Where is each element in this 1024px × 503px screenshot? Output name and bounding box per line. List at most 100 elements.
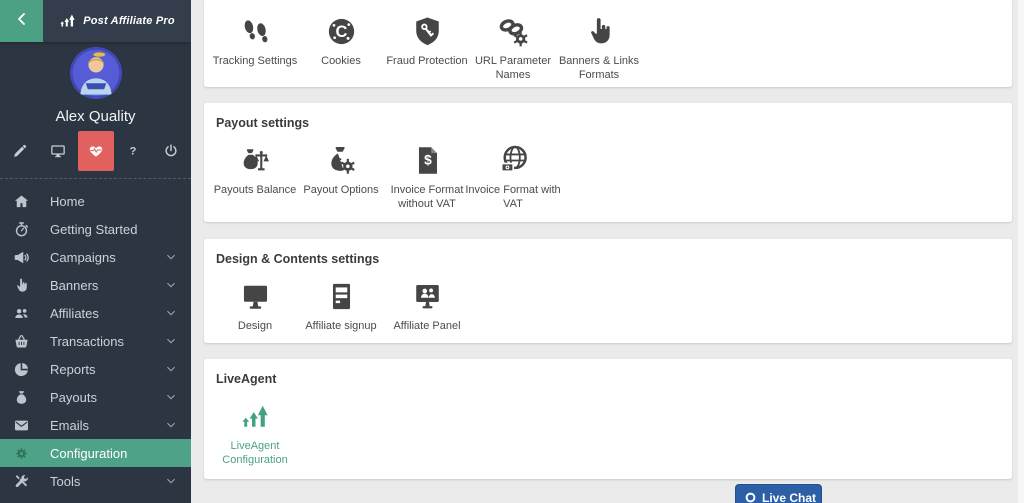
- sidebar: Post Affiliate Pro Alex Quality: [0, 0, 191, 503]
- settings-item-design[interactable]: Design: [212, 278, 298, 333]
- settings-item-cookies[interactable]: C Cookies: [298, 13, 384, 68]
- sidebar-item-tools[interactable]: Tools: [0, 467, 191, 495]
- nav-item-label: Affiliates: [50, 306, 165, 321]
- chevron-down-icon: [165, 251, 177, 263]
- profile-action-health-status[interactable]: [78, 131, 114, 171]
- nav-item-label: Getting Started: [50, 222, 165, 237]
- svg-text:?: ?: [130, 146, 137, 158]
- card-items-row: LiveAgent Configuration: [212, 398, 1002, 467]
- settings-item-label: Affiliate Panel: [377, 319, 477, 333]
- settings-card: LiveAgent LiveAgent Configuration: [204, 359, 1012, 479]
- profile-action-help[interactable]: ?: [115, 131, 151, 171]
- live-chat-label: Live Chat: [762, 491, 816, 503]
- question-icon: ?: [125, 143, 141, 159]
- sidebar-item-campaigns[interactable]: Campaigns: [0, 243, 191, 271]
- settings-card: Payout settings Payouts Balance $ Payout…: [204, 103, 1012, 222]
- nav-item-label: Configuration: [50, 446, 165, 461]
- settings-item-label: Banners & Links Formats: [549, 54, 649, 82]
- scrollbar-track[interactable]: [1018, 0, 1024, 503]
- home-icon: [13, 193, 30, 210]
- nav-item-label: Emails: [50, 418, 165, 433]
- pie-chart-icon: [13, 361, 30, 378]
- sidebar-item-emails[interactable]: Emails: [0, 411, 191, 439]
- sidebar-header: Post Affiliate Pro: [0, 0, 191, 42]
- users-icon: [13, 305, 30, 322]
- livechat-ring-icon: [744, 491, 757, 503]
- liveagent-arrows-icon: [238, 398, 272, 433]
- settings-card: Design & Contents settings Design Affili…: [204, 239, 1012, 343]
- settings-item-payouts-balance[interactable]: Payouts Balance: [212, 142, 298, 197]
- card-items-row: Design Affiliate signup Affiliate Panel: [212, 278, 1002, 333]
- sidebar-item-getting-started[interactable]: Getting Started: [0, 215, 191, 243]
- tools-icon: [13, 473, 30, 490]
- sidebar-nav: Home Getting Started Campaigns Banners A…: [0, 187, 191, 495]
- profile-action-logout[interactable]: [153, 131, 189, 171]
- sidebar-item-banners[interactable]: Banners: [0, 271, 191, 299]
- settings-item-label: Tracking Settings: [205, 54, 305, 68]
- settings-item-liveagent-configuration[interactable]: LiveAgent Configuration: [212, 398, 298, 467]
- settings-item-label: Cookies: [291, 54, 391, 68]
- chevron-down-icon: [165, 391, 177, 403]
- hand-pointer-icon: [13, 277, 30, 294]
- profile-action-display[interactable]: [40, 131, 76, 171]
- nav-item-label: Payouts: [50, 390, 165, 405]
- settings-item-affiliate-panel[interactable]: Affiliate Panel: [384, 278, 470, 333]
- sidebar-item-payouts[interactable]: Payouts: [0, 383, 191, 411]
- stopwatch-icon: [13, 221, 30, 238]
- chevron-down-icon: [165, 279, 177, 291]
- user-name: Alex Quality: [0, 108, 191, 125]
- profile-actions: ?: [0, 131, 191, 171]
- settings-item-label: Design: [205, 319, 305, 333]
- settings-item-fraud-protection[interactable]: Fraud Protection: [384, 13, 470, 68]
- sidebar-item-affiliates[interactable]: Affiliates: [0, 299, 191, 327]
- main-content: Tracking Settings C Cookies Fraud Protec…: [191, 0, 1024, 503]
- shield-key-icon: [410, 13, 444, 48]
- settings-item-label: Affiliate signup: [291, 319, 391, 333]
- live-chat-button[interactable]: Live Chat: [735, 484, 822, 503]
- profile-section: Alex Quality ?: [0, 42, 191, 171]
- brand-arrows-icon: [59, 13, 76, 30]
- sidebar-item-home[interactable]: Home: [0, 187, 191, 215]
- sidebar-item-configuration[interactable]: Configuration: [0, 439, 191, 467]
- brand-logo: Post Affiliate Pro: [43, 0, 191, 42]
- settings-item-affiliate-signup[interactable]: Affiliate signup: [298, 278, 384, 333]
- settings-item-invoice-format-with-vat[interactable]: Invoice Format with VAT: [470, 142, 556, 211]
- card-title: Design & Contents settings: [212, 239, 1002, 266]
- settings-item-invoice-format-without-vat[interactable]: $ Invoice Format without VAT: [384, 142, 470, 211]
- chevron-down-icon: [165, 419, 177, 431]
- settings-item-label: URL Parameter Names: [463, 54, 563, 82]
- card-title: Payout settings: [212, 103, 1002, 130]
- svg-text:$: $: [424, 152, 432, 167]
- footprints-icon: [238, 13, 272, 48]
- money-gear-icon: $: [324, 142, 358, 177]
- signup-form-icon: [324, 278, 358, 313]
- settings-item-banners-links-formats[interactable]: Banners & Links Formats: [556, 13, 642, 82]
- svg-text:C: C: [335, 23, 347, 41]
- megaphone-icon: [13, 249, 30, 266]
- settings-item-label: LiveAgent Configuration: [205, 439, 305, 467]
- collapse-sidebar-button[interactable]: [0, 0, 43, 42]
- hand-pointer-icon: [582, 13, 616, 48]
- settings-card: Tracking Settings C Cookies Fraud Protec…: [204, 0, 1012, 87]
- nav-item-label: Reports: [50, 362, 165, 377]
- card-items-row: Tracking Settings C Cookies Fraud Protec…: [212, 13, 1002, 82]
- settings-item-tracking-settings[interactable]: Tracking Settings: [212, 13, 298, 68]
- pencil-icon: [12, 143, 28, 159]
- monitor-icon: [238, 278, 272, 313]
- svg-text:$: $: [335, 156, 341, 168]
- card-items-row: Payouts Balance $ Payout Options $ Invoi…: [212, 142, 1002, 211]
- profile-action-edit-profile[interactable]: [2, 131, 38, 171]
- settings-item-label: Payouts Balance: [205, 183, 305, 197]
- avatar: [70, 47, 122, 99]
- globe-money-icon: [496, 142, 530, 177]
- basket-icon: [13, 333, 30, 350]
- settings-item-url-parameter-names[interactable]: URL Parameter Names: [470, 13, 556, 82]
- settings-item-label: Fraud Protection: [377, 54, 477, 68]
- nav-item-label: Tools: [50, 474, 165, 489]
- cookie-icon: C: [324, 13, 358, 48]
- chevron-down-icon: [165, 307, 177, 319]
- sidebar-item-reports[interactable]: Reports: [0, 355, 191, 383]
- sidebar-item-transactions[interactable]: Transactions: [0, 327, 191, 355]
- settings-item-payout-options[interactable]: $ Payout Options: [298, 142, 384, 197]
- desktop-icon: [50, 143, 66, 159]
